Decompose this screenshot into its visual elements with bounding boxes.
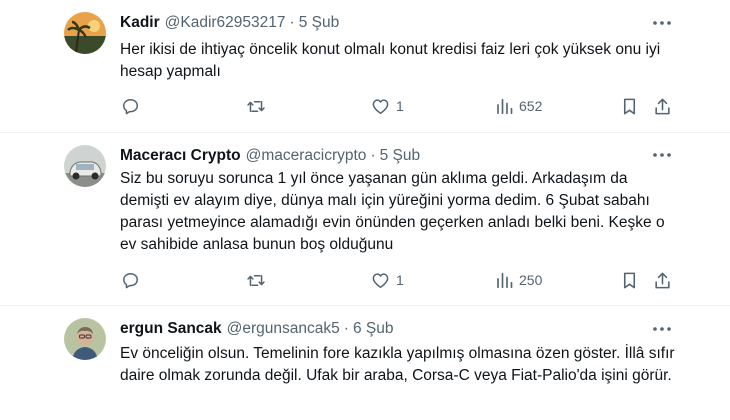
tweet-actions: 1 250 — [0, 269, 730, 291]
more-icon[interactable] — [652, 13, 672, 33]
tweet[interactable]: Maceracı Crypto @maceracicrypto · 5 Şub … — [0, 133, 730, 306]
tweet[interactable]: Kadir @Kadir62953217 · 5 Şub Her ikisi d… — [0, 0, 730, 133]
more-icon[interactable] — [652, 319, 672, 339]
retweet-button[interactable] — [246, 95, 266, 117]
views-icon — [495, 271, 513, 290]
share-button[interactable] — [653, 269, 672, 291]
bookmark-icon — [621, 271, 638, 290]
share-icon — [653, 271, 672, 290]
bookmark-button[interactable] — [621, 269, 638, 291]
like-icon — [371, 97, 390, 116]
tweet-header: Kadir @Kadir62953217 · 5 Şub — [120, 12, 339, 34]
author-name[interactable]: Kadir — [120, 14, 160, 32]
author-handle[interactable]: @maceracicrypto — [246, 147, 367, 165]
tweet-header: Maceracı Crypto @maceracicrypto · 5 Şub — [120, 145, 420, 167]
views-button[interactable]: 652 — [495, 95, 542, 117]
tweet-date[interactable]: 6 Şub — [353, 320, 394, 338]
tweet[interactable]: ergun Sancak @ergunsancak5 · 6 Şub Ev ön… — [0, 306, 730, 420]
tweet-text: Her ikisi de ihtiyaç öncelik konut olmal… — [120, 41, 661, 80]
views-count: 652 — [519, 98, 543, 114]
author-handle[interactable]: @ergunsancak5 — [227, 320, 340, 338]
author-name[interactable]: ergun Sancak — [120, 320, 222, 338]
share-button[interactable] — [653, 95, 672, 117]
like-button[interactable]: 1 — [371, 95, 404, 117]
views-count: 250 — [519, 272, 543, 288]
separator-dot: · — [370, 147, 376, 164]
tweet-text: Siz bu soruyu sorunca 1 yıl önce yaşanan… — [120, 170, 665, 253]
reply-button[interactable] — [121, 269, 140, 291]
tweet-replies-feed: Kadir @Kadir62953217 · 5 Şub Her ikisi d… — [0, 0, 730, 420]
views-icon — [495, 97, 513, 116]
avatar[interactable] — [64, 145, 106, 187]
retweet-icon — [246, 271, 266, 290]
author-name[interactable]: Maceracı Crypto — [120, 147, 241, 165]
tweet-date[interactable]: 5 Şub — [380, 147, 421, 165]
avatar[interactable] — [64, 318, 106, 360]
views-button[interactable]: 250 — [495, 269, 542, 291]
reply-icon — [121, 271, 140, 290]
reply-button[interactable] — [121, 95, 140, 117]
retweet-icon — [246, 97, 266, 116]
share-icon — [653, 97, 672, 116]
bookmark-button[interactable] — [621, 95, 638, 117]
like-button[interactable]: 1 — [371, 269, 404, 291]
retweet-button[interactable] — [246, 269, 266, 291]
tweet-text: Ev önceliğin olsun. Temelinin fore kazık… — [120, 345, 675, 384]
more-icon[interactable] — [652, 145, 672, 165]
separator-dot: · — [289, 14, 295, 31]
bookmark-icon — [621, 97, 638, 116]
reply-icon — [121, 97, 140, 116]
author-handle[interactable]: @Kadir62953217 — [165, 14, 286, 32]
tweet-actions: 1 652 — [0, 95, 730, 117]
like-count: 1 — [396, 98, 404, 114]
like-icon — [371, 271, 390, 290]
tweet-header: ergun Sancak @ergunsancak5 · 6 Şub — [120, 318, 393, 340]
like-count: 1 — [396, 272, 404, 288]
separator-dot: · — [343, 320, 349, 337]
tweet-date[interactable]: 5 Şub — [299, 14, 340, 32]
avatar[interactable] — [64, 12, 106, 54]
